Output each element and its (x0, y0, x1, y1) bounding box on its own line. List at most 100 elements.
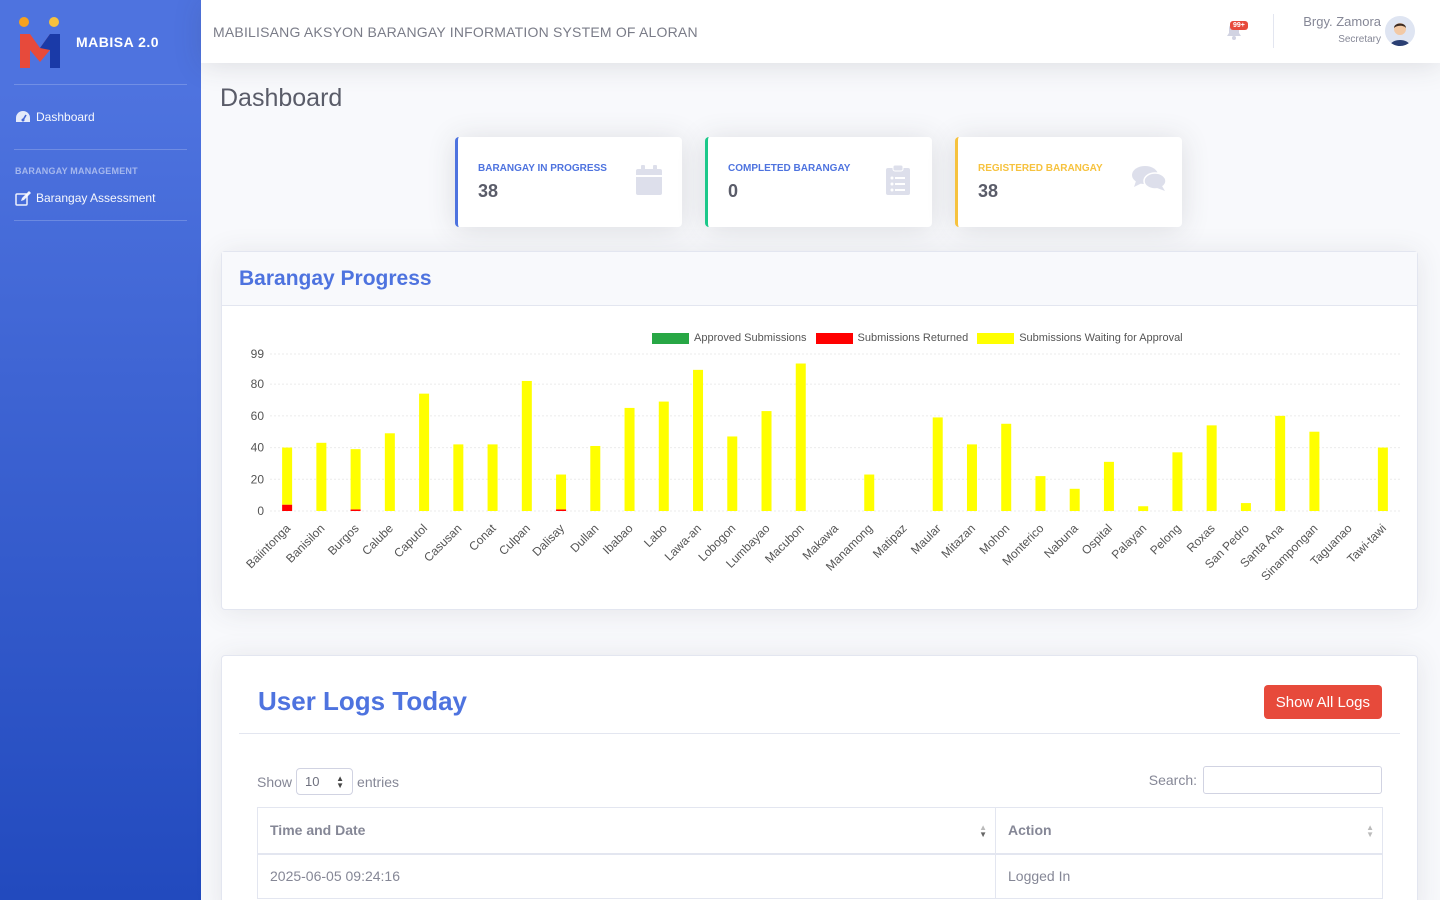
x-tick-label: Nabuna (1041, 521, 1081, 561)
chart-bar (1172, 452, 1183, 511)
chart-bar (1035, 476, 1046, 511)
table-cell: 2025-06-05 09:24:16 (257, 853, 996, 899)
chart-bar (282, 447, 293, 505)
stat-value: 0 (728, 181, 739, 201)
sidebar-divider (14, 220, 187, 221)
x-tick-label: Baiintonga (243, 521, 293, 571)
brand[interactable]: MABISA 2.0 (0, 0, 201, 84)
logs-title: User Logs Today (258, 686, 468, 716)
chart-bar (384, 433, 395, 511)
chart-bar (864, 474, 875, 511)
chart-bar (932, 417, 943, 511)
x-tick-label: Dullan (567, 521, 601, 555)
chart-bar (1240, 503, 1251, 511)
card-header: Barangay Progress (222, 252, 1417, 306)
notification-badge: 99+ (1230, 21, 1248, 30)
show-label: Show (257, 773, 293, 790)
y-tick-label: 0 (257, 504, 264, 518)
brand-name: MABISA 2.0 (76, 34, 160, 50)
chart-bar (487, 444, 498, 511)
chart-bar (1001, 423, 1012, 511)
x-tick-label: Casusan (421, 521, 464, 564)
search-input[interactable] (1203, 766, 1382, 794)
x-tick-label: Conat (466, 521, 499, 554)
user-role: Secretary (1338, 34, 1381, 45)
x-tick-label: Matipaz (870, 521, 910, 561)
chart-bar (761, 411, 772, 511)
sidebar-item-barangay-assessment[interactable]: Barangay Assessment (0, 176, 201, 220)
stat-label: BARANGAY IN PROGRESS (478, 163, 607, 174)
column-header-label: Time and Date (270, 822, 366, 839)
chart-bar (1103, 461, 1114, 511)
chart-bar (590, 445, 601, 511)
topbar-divider (1273, 14, 1274, 48)
chart-bar (624, 407, 635, 511)
sidebar: MABISA 2.0 Dashboard BARANGAY MANAGEMENT… (0, 0, 201, 900)
chart-bar (966, 444, 977, 511)
barangay-progress-card: Barangay Progress Approved Submissions S… (221, 251, 1418, 610)
chart-bar (1275, 415, 1286, 511)
chart-bar (556, 509, 567, 511)
chart-bar (282, 504, 293, 511)
column-header-time[interactable]: Time and Date ▲ ▼ (257, 807, 996, 855)
sidebar-item-label: Dashboard (36, 110, 95, 124)
chart-bar (727, 436, 738, 511)
user-logs-card: User Logs Today Show All Logs Show 10 ▲ ▼… (221, 655, 1418, 900)
x-tick-label: Mitazan (938, 521, 978, 561)
avatar[interactable] (1385, 16, 1415, 46)
x-tick-label: Labo (641, 521, 670, 550)
stat-label: COMPLETED BARANGAY (728, 163, 851, 174)
stat-value: 38 (978, 181, 999, 201)
x-tick-label: Palayan (1109, 521, 1150, 562)
user-menu[interactable]: Brgy. Zamora Secretary (1281, 14, 1381, 45)
search-control: Search: (1149, 766, 1382, 794)
chart-bar (1206, 425, 1217, 511)
chart-bar (521, 380, 532, 511)
sort-icon: ▲ ▼ (979, 823, 987, 839)
chart-bar (350, 449, 361, 510)
user-name: Brgy. Zamora (1303, 14, 1381, 29)
stat-card-in-progress: BARANGAY IN PROGRESS 38 (455, 137, 682, 227)
y-tick-label: 60 (251, 409, 265, 423)
logs-table: Time and Date ▲ ▼ Action ▲ ▼ 2025-06-05 09… (257, 807, 1383, 899)
x-tick-label: Dalisay (529, 521, 567, 559)
page-title: Dashboard (220, 84, 343, 112)
x-tick-label: Burgos (325, 521, 362, 558)
sidebar-item-label: Barangay Assessment (36, 191, 156, 205)
x-tick-label: Calube (359, 521, 396, 558)
x-tick-label: Culpan (496, 521, 533, 558)
sort-arrows-icon: ▲ ▼ (336, 774, 345, 790)
y-tick-label: 99 (251, 347, 265, 361)
chart-bar (419, 393, 430, 511)
entries-select[interactable]: 10 ▲ ▼ (296, 768, 354, 795)
chart-bar (350, 509, 361, 511)
comments-icon (1132, 165, 1167, 197)
stat-card-completed: COMPLETED BARANGAY 0 (705, 137, 932, 227)
topbar: MABILISANG AKSYON BARANGAY INFORMATION S… (201, 0, 1440, 63)
tachometer-icon (15, 109, 31, 125)
chart-bar (693, 369, 704, 511)
entries-label: entries (357, 773, 400, 790)
chart-bar (1069, 488, 1080, 511)
column-header-label: Action (1008, 822, 1052, 839)
mabisa-logo-icon (18, 14, 64, 70)
entries-value: 10 (305, 774, 320, 789)
stat-value: 38 (478, 181, 499, 201)
show-all-logs-button[interactable]: Show All Logs (1263, 685, 1382, 719)
card-title: Barangay Progress (239, 266, 432, 290)
column-header-action[interactable]: Action ▲ ▼ (995, 807, 1383, 855)
chart-bar (453, 444, 464, 511)
chart-bar (795, 363, 806, 511)
chart-bar (316, 442, 327, 511)
sort-icon: ▲ ▼ (1366, 823, 1374, 839)
y-tick-label: 80 (251, 377, 265, 391)
sidebar-heading: BARANGAY MANAGEMENT (15, 166, 138, 176)
stat-card-registered: REGISTERED BARANGAY 38 (955, 137, 1182, 227)
x-tick-label: Pelong (1147, 521, 1183, 557)
entries-control: Show 10 ▲ ▼ entries (257, 768, 399, 795)
logs-divider (239, 733, 1400, 734)
chart-bar (556, 474, 567, 510)
sidebar-item-dashboard[interactable]: Dashboard (0, 85, 201, 149)
table-header-row: Time and Date ▲ ▼ Action ▲ ▼ (257, 807, 1383, 855)
chart-bar (1309, 431, 1320, 511)
